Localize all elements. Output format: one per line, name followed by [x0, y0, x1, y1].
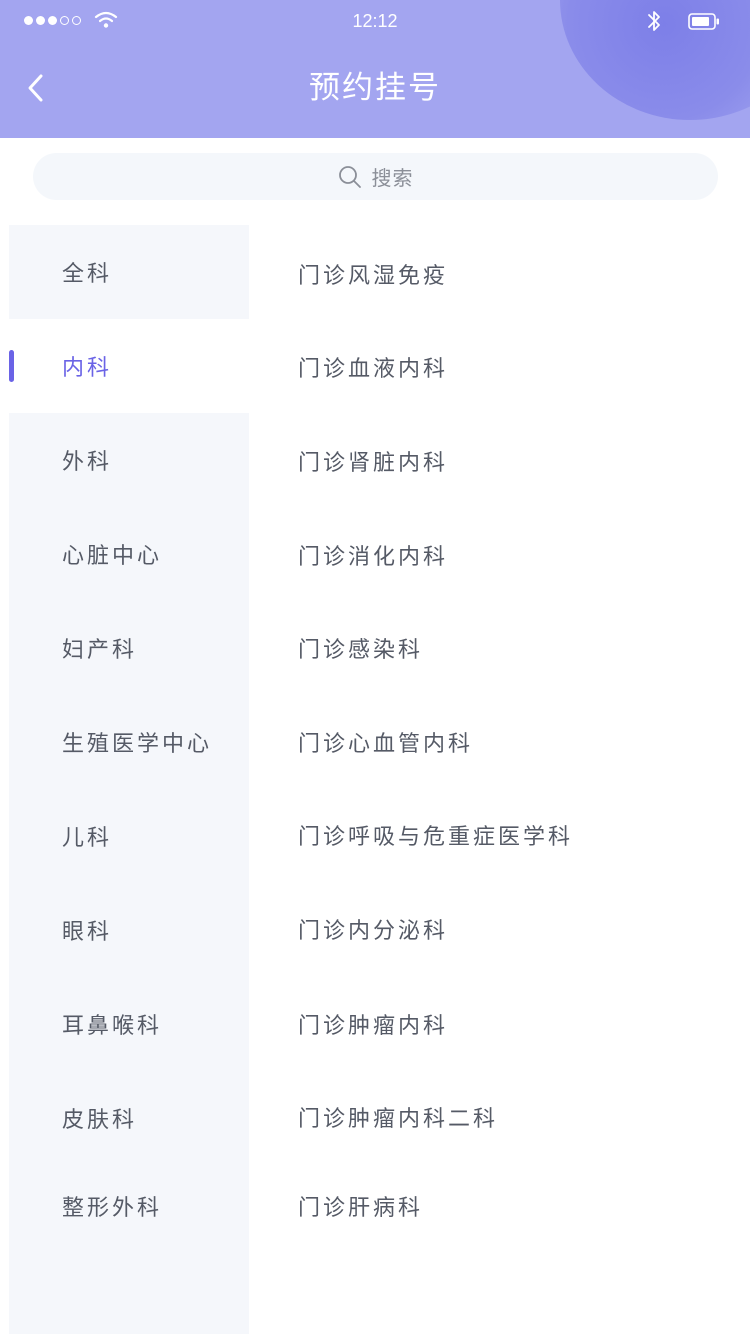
list-item[interactable]: 门诊感染科: [249, 601, 750, 695]
sidebar-item-ent[interactable]: 耳鼻喉科: [9, 977, 249, 1071]
sidebar-item-dermatology[interactable]: 皮肤科: [9, 1071, 249, 1165]
department-label: 门诊肝病科: [298, 1196, 424, 1221]
sidebar-item-label: 整形外科: [62, 1196, 163, 1221]
sidebar-item-heart-center[interactable]: 心脏中心: [9, 507, 249, 601]
department-label: 门诊感染科: [298, 638, 424, 663]
list-item[interactable]: 门诊内分泌科: [249, 882, 750, 976]
department-label: 门诊内分泌科: [298, 919, 449, 944]
sidebar-item-label: 皮肤科: [62, 1108, 138, 1133]
list-item[interactable]: 门诊消化内科: [249, 508, 750, 602]
sidebar-item-obstetrics-gynecology[interactable]: 妇产科: [9, 601, 249, 695]
search-placeholder: 搜索: [371, 166, 414, 190]
bluetooth-icon: [648, 11, 660, 31]
sidebar-item-label: 心脏中心: [62, 544, 163, 569]
department-label: 门诊肿瘤内科: [298, 1014, 449, 1039]
sidebar-item-label: 妇产科: [62, 638, 138, 663]
list-item[interactable]: 门诊心血管内科: [249, 695, 750, 789]
department-label: 门诊呼吸与危重症医学科: [298, 825, 574, 850]
page-title: 预约挂号: [309, 70, 441, 106]
sidebar-item-reproductive-medicine[interactable]: 生殖医学中心: [9, 695, 249, 789]
list-item[interactable]: 门诊风湿免疫: [249, 227, 750, 321]
sidebar-item-ophthalmology[interactable]: 眼科: [9, 883, 249, 977]
sidebar-item-plastic-surgery[interactable]: 整形外科: [9, 1159, 249, 1253]
sidebar-item-label: 生殖医学中心: [62, 732, 213, 757]
list-item[interactable]: 门诊肿瘤内科二科: [249, 1070, 750, 1164]
search-input[interactable]: 搜索: [33, 153, 718, 200]
department-label: 门诊心血管内科: [298, 732, 474, 757]
department-label: 门诊肾脏内科: [298, 451, 449, 476]
sidebar-item-label: 儿科: [62, 826, 113, 851]
sidebar-item-label: 耳鼻喉科: [62, 1014, 163, 1039]
sidebar-item-label: 外科: [62, 450, 113, 475]
search-icon: [338, 165, 362, 189]
department-label: 门诊风湿免疫: [298, 264, 449, 289]
list-item[interactable]: 门诊肾脏内科: [249, 414, 750, 508]
sidebar-item-label: 全科: [62, 262, 113, 287]
department-label: 门诊肿瘤内科二科: [298, 1107, 499, 1132]
sidebar-item-internal-medicine[interactable]: 内科: [9, 319, 249, 413]
sidebar-item-general[interactable]: 全科: [9, 225, 249, 319]
list-item[interactable]: 门诊肝病科: [249, 1159, 750, 1253]
battery-icon: [688, 13, 719, 30]
list-item[interactable]: 门诊肿瘤内科: [249, 977, 750, 1071]
status-time: 12:12: [352, 11, 398, 31]
sidebar-item-pediatrics[interactable]: 儿科: [9, 789, 249, 883]
list-item[interactable]: 门诊血液内科: [249, 320, 750, 414]
sidebar-item-label: 内科: [62, 356, 113, 381]
department-category-sidebar: 全科 内科 外科 心脏中心 妇产科 生殖医学中心 儿科 眼科 耳鼻喉科 皮肤科 …: [9, 225, 249, 1334]
status-bar: 12:12: [0, 0, 750, 44]
list-item[interactable]: 门诊呼吸与危重症医学科: [249, 788, 750, 882]
sidebar-item-surgery[interactable]: 外科: [9, 413, 249, 507]
app-header: 12:12 预约挂号: [0, 0, 750, 138]
sidebar-item-label: 眼科: [62, 920, 113, 945]
department-label: 门诊血液内科: [298, 357, 449, 382]
active-indicator: [9, 350, 14, 382]
department-label: 门诊消化内科: [298, 545, 449, 570]
